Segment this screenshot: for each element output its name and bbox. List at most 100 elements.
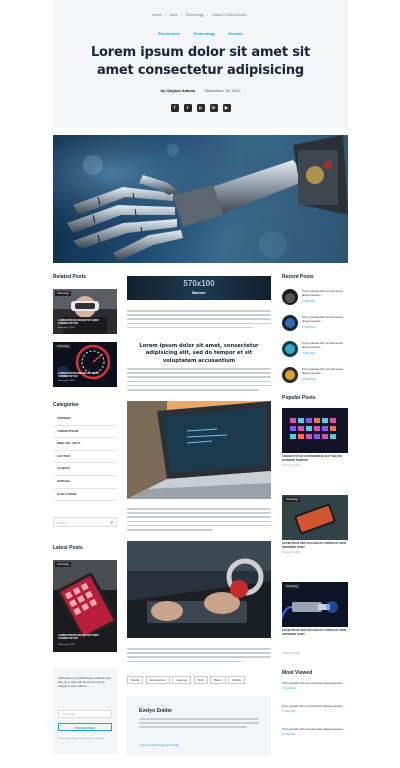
post-tag: Technology bbox=[55, 562, 72, 567]
category-item[interactable]: NIBH VEL VELIT bbox=[53, 438, 117, 451]
most-viewed-date: 27 Mar 2022 bbox=[282, 732, 296, 736]
popular-post-title: EXCEPTEUR SINT OCCAECAT CUPIDATAT NON PR… bbox=[282, 541, 346, 549]
breadcrumb-technology[interactable]: Technology bbox=[186, 13, 204, 17]
recent-post-item[interactable]: Proin gravida nibh vel velit auctor aliq… bbox=[282, 314, 348, 334]
most-viewed-item[interactable]: Proin gravida nibh vel velit auctor aliq… bbox=[282, 681, 348, 690]
twitter-icon[interactable]: t bbox=[183, 104, 192, 112]
post-caption: LOREM IPSUM DOLOR SIT AMET CONSECTETUR bbox=[58, 372, 100, 379]
search-input[interactable]: Search ... ⚲ bbox=[53, 517, 117, 527]
post-thumbnail bbox=[282, 367, 298, 383]
author-articles-link[interactable]: + More articles by Evelyn Snider bbox=[139, 743, 179, 747]
popular-post-date: February 8, 2022 bbox=[282, 551, 301, 554]
linkedin-icon[interactable]: in bbox=[209, 104, 218, 112]
search-icon[interactable]: ⚲ bbox=[110, 518, 113, 528]
category-link-electronics[interactable]: Electronics bbox=[158, 31, 180, 36]
post-date: February 8, 2022 bbox=[58, 644, 75, 646]
robot-arm-image bbox=[53, 135, 348, 263]
recent-post-item[interactable]: Proin gravida nibh vel velit auctor aliq… bbox=[282, 366, 348, 386]
post-tag: Technology bbox=[284, 584, 301, 589]
category-item[interactable]: AUCTOR bbox=[53, 451, 117, 464]
search-placeholder: Search ... bbox=[57, 521, 70, 525]
most-viewed-text: Proin gravida nibh vel velit auctor aliq… bbox=[282, 704, 345, 708]
popular-post-card[interactable]: Technology bbox=[282, 582, 348, 627]
newsletter-text: Subscribe to our Mailchimp newsletter an… bbox=[58, 676, 111, 689]
post-thumbnail bbox=[282, 341, 298, 357]
most-viewed-text: Proin gravida nibh vel velit auctor aliq… bbox=[282, 681, 345, 685]
breadcrumb-separator: › bbox=[180, 13, 182, 17]
popular-post-title: CONSECTETUR SUSPENDISSE ELIT SED DO EIUS… bbox=[282, 454, 343, 462]
category-link-gizmos[interactable]: Gizmos bbox=[228, 31, 242, 36]
breadcrumb: Home › Area › Technology › Nobis Et Nihil D… bbox=[53, 13, 348, 17]
newsletter-email-field[interactable]: Your email bbox=[58, 710, 112, 718]
related-post-card[interactable]: Technology LOREM IPSUM DOLOR SIT AMET CO… bbox=[53, 342, 117, 387]
recent-post-item[interactable]: Proin gravida nibh vel velit auctor aliq… bbox=[282, 340, 348, 360]
launchpad-image bbox=[282, 408, 348, 453]
subscribe-button[interactable]: ✉ SUBSCRIBE bbox=[58, 723, 112, 731]
newsletter-note: I have read and agree to the terms & con… bbox=[58, 738, 105, 740]
post-caption: LOREM IPSUM DOLOR SIT AMET CONSECTETUR bbox=[58, 634, 100, 641]
recent-post-date: 27 Mar 2022 bbox=[302, 352, 316, 355]
post-tag: Technology bbox=[55, 291, 72, 296]
youtube-icon[interactable]: ▶ bbox=[222, 104, 231, 112]
author-name: Evelyn Snider bbox=[139, 708, 173, 714]
category-item[interactable]: ALIQUET bbox=[53, 463, 117, 476]
tag-link[interactable]: Mobile bbox=[228, 676, 246, 685]
category-item[interactable]: SCREAN bbox=[53, 476, 117, 489]
gaming-image bbox=[127, 541, 271, 638]
post-tag: Technology bbox=[284, 497, 301, 502]
featured-image bbox=[53, 135, 348, 263]
post-date: February 8, 2022 bbox=[58, 380, 75, 382]
popular-post-card[interactable]: Technology bbox=[282, 495, 348, 540]
recent-post-item[interactable]: Proin gravida nibh vel velit auctor aliq… bbox=[282, 288, 348, 308]
recent-post-date: 27 Mar 2022 bbox=[302, 326, 316, 329]
article-subheading: Lorem ipsum dolor sit amet, consectetur … bbox=[139, 343, 259, 364]
breadcrumb-home[interactable]: Home bbox=[152, 13, 162, 17]
tag-link[interactable]: Basic bbox=[210, 676, 226, 685]
related-post-card[interactable]: Technology LOREM IPSUM DOLOR SIT AMET CO… bbox=[53, 289, 117, 334]
tag-link[interactable]: Media bbox=[127, 676, 144, 685]
pinterest-icon[interactable]: p bbox=[196, 104, 205, 112]
category-link-technology[interactable]: Technology bbox=[193, 31, 215, 36]
post-date: September 15, 2022 bbox=[204, 88, 241, 93]
ad-banner[interactable]: 570x100 Banner bbox=[127, 276, 271, 300]
laptop-photo bbox=[127, 401, 271, 499]
author-bio bbox=[139, 718, 259, 731]
tag-link[interactable]: Laptops bbox=[172, 676, 192, 685]
post-thumbnail bbox=[282, 315, 298, 331]
breadcrumb-area[interactable]: Area bbox=[170, 13, 178, 17]
most-viewed-item[interactable]: Proin gravida nibh vel velit auctor aliq… bbox=[282, 727, 348, 736]
most-viewed-item[interactable]: Proin gravida nibh vel velit auctor aliq… bbox=[282, 704, 348, 713]
latest-post-card[interactable]: Technology LOREM IPSUM DOLOR SIT AMET CO… bbox=[53, 560, 117, 652]
latest-posts-title: Latest Posts bbox=[53, 545, 83, 551]
categories-title: Categories bbox=[53, 402, 79, 408]
page-title: Lorem ipsum dolor sit amet sit amet cons… bbox=[90, 45, 311, 78]
category-item[interactable]: VERSION bbox=[53, 413, 117, 426]
post-thumbnail bbox=[282, 289, 298, 305]
paragraph bbox=[127, 368, 271, 393]
post-caption: LOREM IPSUM DOLOR SIT AMET CONSECTETUR bbox=[58, 319, 100, 326]
popular-post-date: February 8, 2022 bbox=[282, 464, 301, 467]
related-posts-title: Related Posts bbox=[53, 274, 87, 280]
page: Home › Area › Technology › Nobis Et Nihil D… bbox=[0, 0, 400, 768]
author-box: Evelyn Snider + More articles by Evelyn … bbox=[127, 696, 271, 756]
breadcrumb-current: Nobis Et Nihil Dolorib... bbox=[212, 13, 249, 17]
laptop-image bbox=[127, 401, 271, 499]
most-viewed-date: 27 Mar 2022 bbox=[282, 686, 296, 690]
category-item[interactable]: LOREM IPSUM bbox=[53, 426, 117, 439]
recent-post-date: 27 Mar 2022 bbox=[302, 378, 316, 381]
post-date: February 8, 2022 bbox=[58, 327, 75, 329]
facebook-icon[interactable]: f bbox=[170, 104, 179, 112]
paragraph bbox=[127, 508, 271, 533]
recent-post-date: 27 Mar 2022 bbox=[302, 300, 316, 303]
category-item[interactable]: EVOLUTIONS bbox=[53, 489, 117, 502]
popular-post-card[interactable] bbox=[282, 408, 348, 453]
banner-label: Banner bbox=[192, 290, 206, 295]
breadcrumb-separator: › bbox=[206, 13, 209, 17]
post-tag: Technology bbox=[55, 344, 72, 349]
tag-link[interactable]: Tech bbox=[193, 676, 208, 685]
recent-posts-title: Recent Posts bbox=[282, 274, 314, 280]
tag-link[interactable]: Accessories bbox=[145, 676, 170, 685]
banner-size: 570x100 bbox=[183, 279, 215, 288]
author-link[interactable]: by Clayton Adams bbox=[160, 88, 195, 93]
post-categories: Electronics Technology Gizmos bbox=[53, 31, 348, 36]
